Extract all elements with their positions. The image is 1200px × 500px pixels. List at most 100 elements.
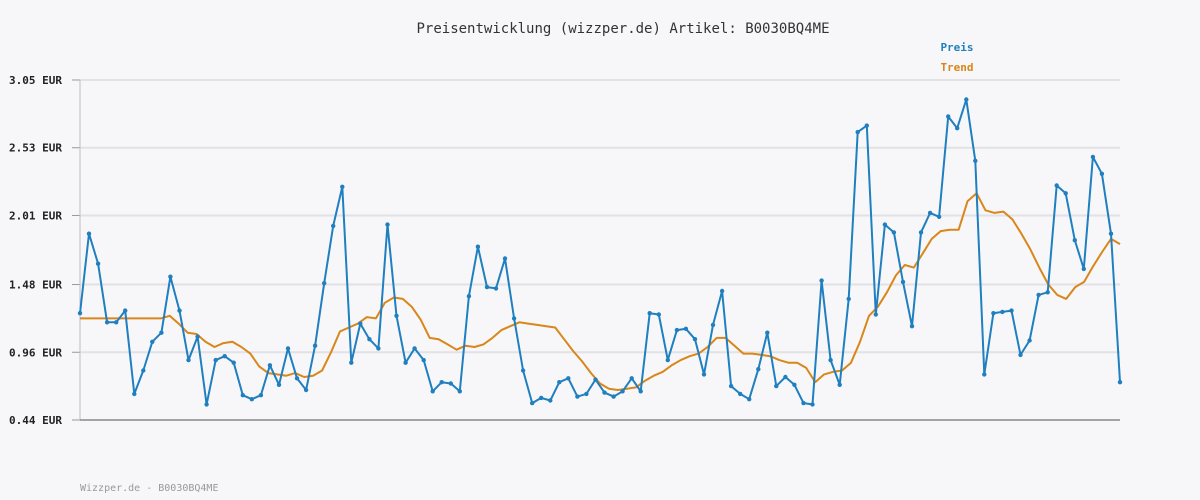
data-point-preis — [882, 222, 888, 227]
data-point-preis — [331, 223, 336, 229]
data-point-preis — [1081, 266, 1087, 272]
data-point-preis — [222, 354, 227, 359]
data-point-preis — [683, 326, 689, 331]
data-point-preis — [448, 381, 453, 386]
data-point-preis — [493, 286, 499, 291]
data-point-preis — [982, 372, 987, 377]
data-point-preis — [1108, 231, 1114, 236]
data-point-preis — [909, 324, 915, 329]
data-point-preis — [801, 400, 806, 406]
data-point-preis — [855, 129, 860, 135]
data-point-preis — [258, 393, 264, 398]
data-point-preis — [86, 231, 92, 236]
data-point-preis — [774, 383, 779, 389]
data-point-preis — [819, 278, 824, 283]
data-point-preis — [213, 357, 218, 363]
data-point-preis — [385, 222, 390, 227]
data-point-preis — [95, 261, 101, 266]
data-point-preis — [891, 230, 897, 235]
data-point-preis — [566, 376, 571, 381]
data-point-preis — [964, 97, 969, 102]
data-point-preis — [1018, 352, 1023, 358]
data-point-preis — [946, 114, 951, 119]
y-tick-label: 0.96 EUR — [9, 346, 62, 359]
data-point-preis — [765, 330, 770, 335]
data-point-preis — [738, 391, 743, 397]
chart-title: Preisentwicklung (wizzper.de) Artikel: B… — [416, 21, 829, 37]
data-point-preis — [1099, 171, 1105, 176]
data-point-preis — [204, 402, 209, 407]
data-point-preis — [828, 357, 833, 363]
data-point-preis — [756, 367, 761, 372]
data-point-preis — [656, 312, 661, 317]
data-point-preis — [1036, 292, 1041, 298]
data-point-preis — [168, 274, 173, 279]
data-point-preis — [312, 343, 318, 348]
data-point-preis — [439, 380, 444, 385]
footer-text: Wizzper.de - B0030BQ4ME — [80, 483, 218, 494]
data-point-preis — [303, 387, 309, 393]
data-point-preis — [340, 184, 345, 189]
legend-label-preis: Preis — [940, 41, 973, 54]
data-point-preis — [403, 360, 408, 365]
data-point-preis — [285, 346, 291, 351]
data-point-preis — [955, 126, 960, 131]
data-point-preis — [864, 123, 869, 128]
data-point-preis — [557, 380, 562, 385]
data-point-preis — [665, 357, 670, 363]
y-tick-label: 1.48 EUR — [9, 279, 62, 292]
y-tick-label: 2.53 EUR — [9, 142, 62, 155]
data-point-preis — [629, 376, 634, 381]
data-point-preis — [186, 357, 191, 363]
data-point-preis — [1063, 191, 1068, 196]
data-point-preis — [873, 312, 878, 317]
data-point-preis — [539, 395, 544, 401]
data-point-preis — [502, 256, 508, 261]
y-tick-label: 0.44 EUR — [9, 414, 62, 427]
data-point-preis — [719, 288, 725, 294]
data-point-preis — [792, 382, 797, 387]
data-point-preis — [647, 311, 652, 316]
data-point-preis — [150, 339, 155, 344]
data-point-preis — [159, 330, 164, 335]
data-point-preis — [530, 400, 535, 406]
data-point-preis — [195, 334, 200, 339]
data-point-preis — [611, 394, 616, 399]
data-point-preis — [294, 376, 300, 381]
data-point-preis — [394, 313, 399, 318]
data-point-preis — [367, 337, 372, 342]
data-point-preis — [900, 279, 906, 285]
data-point-preis — [846, 296, 851, 302]
data-point-preis — [141, 368, 146, 373]
data-point-preis — [927, 210, 933, 216]
data-point-preis — [1072, 238, 1078, 243]
chart-container: Preisentwicklung (wizzper.de) Artikel: B… — [0, 0, 1200, 500]
data-point-preis — [123, 308, 128, 313]
data-point-preis — [638, 389, 643, 394]
data-point-preis — [593, 377, 598, 382]
data-point-preis — [837, 382, 842, 387]
data-point-preis — [77, 311, 83, 316]
data-point-preis — [701, 372, 707, 377]
data-point-preis — [936, 214, 942, 219]
data-point-preis — [692, 337, 698, 342]
y-tick-label: 2.01 EUR — [9, 209, 62, 222]
data-point-preis — [548, 398, 553, 403]
data-point-preis — [1000, 309, 1005, 315]
data-point-preis — [991, 311, 996, 316]
chart-background — [0, 0, 1200, 500]
data-point-preis — [728, 383, 734, 389]
data-point-preis — [114, 320, 119, 325]
data-point-preis — [1090, 154, 1096, 160]
data-point-preis — [620, 389, 625, 394]
legend-label-trend: Trend — [940, 61, 973, 74]
data-point-preis — [322, 281, 327, 286]
data-point-preis — [1054, 183, 1059, 188]
data-point-preis — [584, 391, 589, 397]
data-point-preis — [1045, 290, 1050, 295]
data-point-preis — [240, 393, 245, 398]
data-point-preis — [430, 389, 435, 394]
data-point-preis — [602, 390, 607, 395]
data-point-preis — [475, 244, 481, 249]
data-point-preis — [520, 368, 526, 373]
